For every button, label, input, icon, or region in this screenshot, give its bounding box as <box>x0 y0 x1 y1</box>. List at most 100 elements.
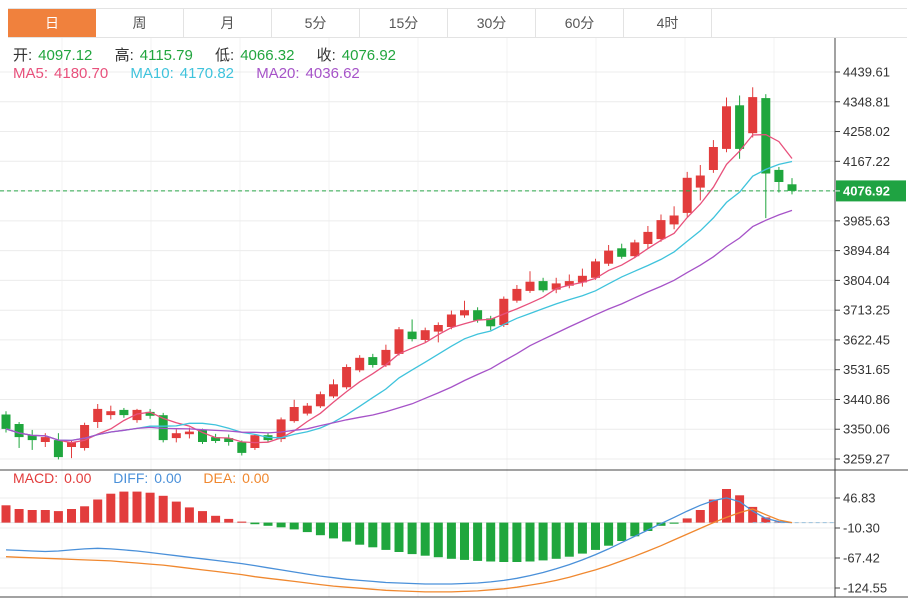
macd-bar <box>682 518 692 523</box>
macd-label: MACD: <box>13 470 59 486</box>
candle-body <box>302 405 312 414</box>
candle-body <box>774 169 784 182</box>
macd-value: 0.00 <box>64 470 92 486</box>
low-value: 4066.32 <box>240 47 295 64</box>
macd-bar <box>329 522 338 539</box>
macd-bar <box>145 492 155 523</box>
macd-bar <box>171 501 181 523</box>
svg-text:4076.92: 4076.92 <box>843 183 890 198</box>
close-label: 收: <box>316 47 336 64</box>
candle-body <box>695 175 705 188</box>
axis-label: 3259.27 <box>843 452 890 467</box>
axis-label: -10.30 <box>843 521 880 536</box>
macd-bar <box>27 510 37 523</box>
macd-bar <box>551 522 561 559</box>
candle-body <box>748 97 758 134</box>
candle-body <box>184 431 194 435</box>
macd-bar <box>250 522 260 525</box>
macd-bar <box>289 522 299 530</box>
axis-label: 4167.22 <box>843 154 890 169</box>
macd-bar <box>67 509 76 523</box>
candle-body <box>53 440 63 458</box>
candle-body <box>538 281 548 291</box>
candle-body <box>407 331 417 340</box>
macd-bar <box>237 521 247 523</box>
candle-body <box>473 310 483 321</box>
axis-label: 3985.63 <box>843 213 890 228</box>
candlestick-chart[interactable]: 4439.61 4348.81 4258.02 4167.22 3985.63 3894.… <box>0 0 908 601</box>
candle-body <box>106 411 116 416</box>
macd-bar <box>40 510 50 523</box>
macd-bar <box>433 522 443 558</box>
macd-bar <box>538 522 548 561</box>
ohlc-readout: 开: 4097.12 高: 4115.79 低: 4066.32 收: 4076.92 <box>13 44 402 65</box>
ma20-line <box>5 209 793 442</box>
macd-bar <box>14 509 24 523</box>
dea-value: 0.00 <box>242 470 270 486</box>
candle-body <box>250 435 260 448</box>
candle-body <box>420 330 430 340</box>
macd-bar <box>446 522 456 559</box>
axis-label: 3894.84 <box>843 243 890 258</box>
macd-bar <box>106 493 116 523</box>
candle-body <box>394 329 404 354</box>
candle-body <box>735 105 745 149</box>
macd-bar <box>263 522 273 526</box>
macd-bar <box>315 522 325 536</box>
macd-bar <box>184 507 194 523</box>
macd-bar <box>198 511 207 523</box>
macd-bar <box>577 522 587 554</box>
dea-label: DEA: <box>203 470 237 486</box>
candle-body <box>604 250 614 264</box>
macd-bar <box>368 522 378 548</box>
candle-body <box>460 310 469 316</box>
high-label: 高: <box>114 47 134 64</box>
candle-body <box>93 408 103 422</box>
candle-body <box>14 424 24 438</box>
ma20-label: MA20: <box>256 65 300 82</box>
axis-label: 3622.45 <box>843 332 890 347</box>
ma10-label: MA10: <box>130 65 174 82</box>
candle-body <box>525 281 535 291</box>
axis-label: 4258.02 <box>843 124 890 139</box>
low-label: 低: <box>215 47 235 64</box>
macd-bar <box>591 522 600 550</box>
macd-bar <box>381 522 391 550</box>
open-label: 开: <box>13 47 33 64</box>
macd-bar <box>486 522 496 562</box>
candle-body <box>40 437 50 442</box>
ma10-value: 4170.82 <box>179 65 235 82</box>
diff-label: DIFF: <box>113 470 149 486</box>
high-value: 4115.79 <box>139 47 193 64</box>
candle-body <box>591 261 600 278</box>
macd-bar <box>420 522 430 556</box>
axis-label: 4348.81 <box>843 94 890 109</box>
ma5-line <box>5 133 793 444</box>
axis-labels: 4439.61 4348.81 4258.02 4167.22 3985.63 3894.… <box>835 65 890 595</box>
macd-bar <box>473 522 483 561</box>
candle-body <box>722 106 731 149</box>
candle-body <box>617 248 627 257</box>
candle-body <box>499 298 509 325</box>
candle-body <box>708 147 718 170</box>
ma5-value: 4180.70 <box>54 65 109 82</box>
candle-body <box>669 215 679 225</box>
candle-body <box>119 409 129 416</box>
macd-bar <box>564 522 574 557</box>
macd-bar <box>708 499 718 523</box>
macd-bar <box>211 515 221 523</box>
macd-bar <box>132 491 142 523</box>
axis-label: 4439.61 <box>843 65 890 80</box>
candle-body <box>682 177 692 213</box>
close-value: 4076.92 <box>341 47 397 64</box>
open-value: 4097.12 <box>38 47 93 64</box>
candle-body <box>368 357 378 365</box>
macd-bar <box>499 522 509 562</box>
kline-app: 日 周 月 5分 15分 30分 60分 4时 4439.61 4348.81 42… <box>0 0 908 601</box>
macd-bar <box>342 522 352 542</box>
ma10-line <box>5 160 793 442</box>
ma5-label: MA5: <box>13 65 49 82</box>
macd-bar <box>93 499 103 523</box>
candle-body <box>329 384 338 397</box>
macd-bar <box>525 522 535 562</box>
